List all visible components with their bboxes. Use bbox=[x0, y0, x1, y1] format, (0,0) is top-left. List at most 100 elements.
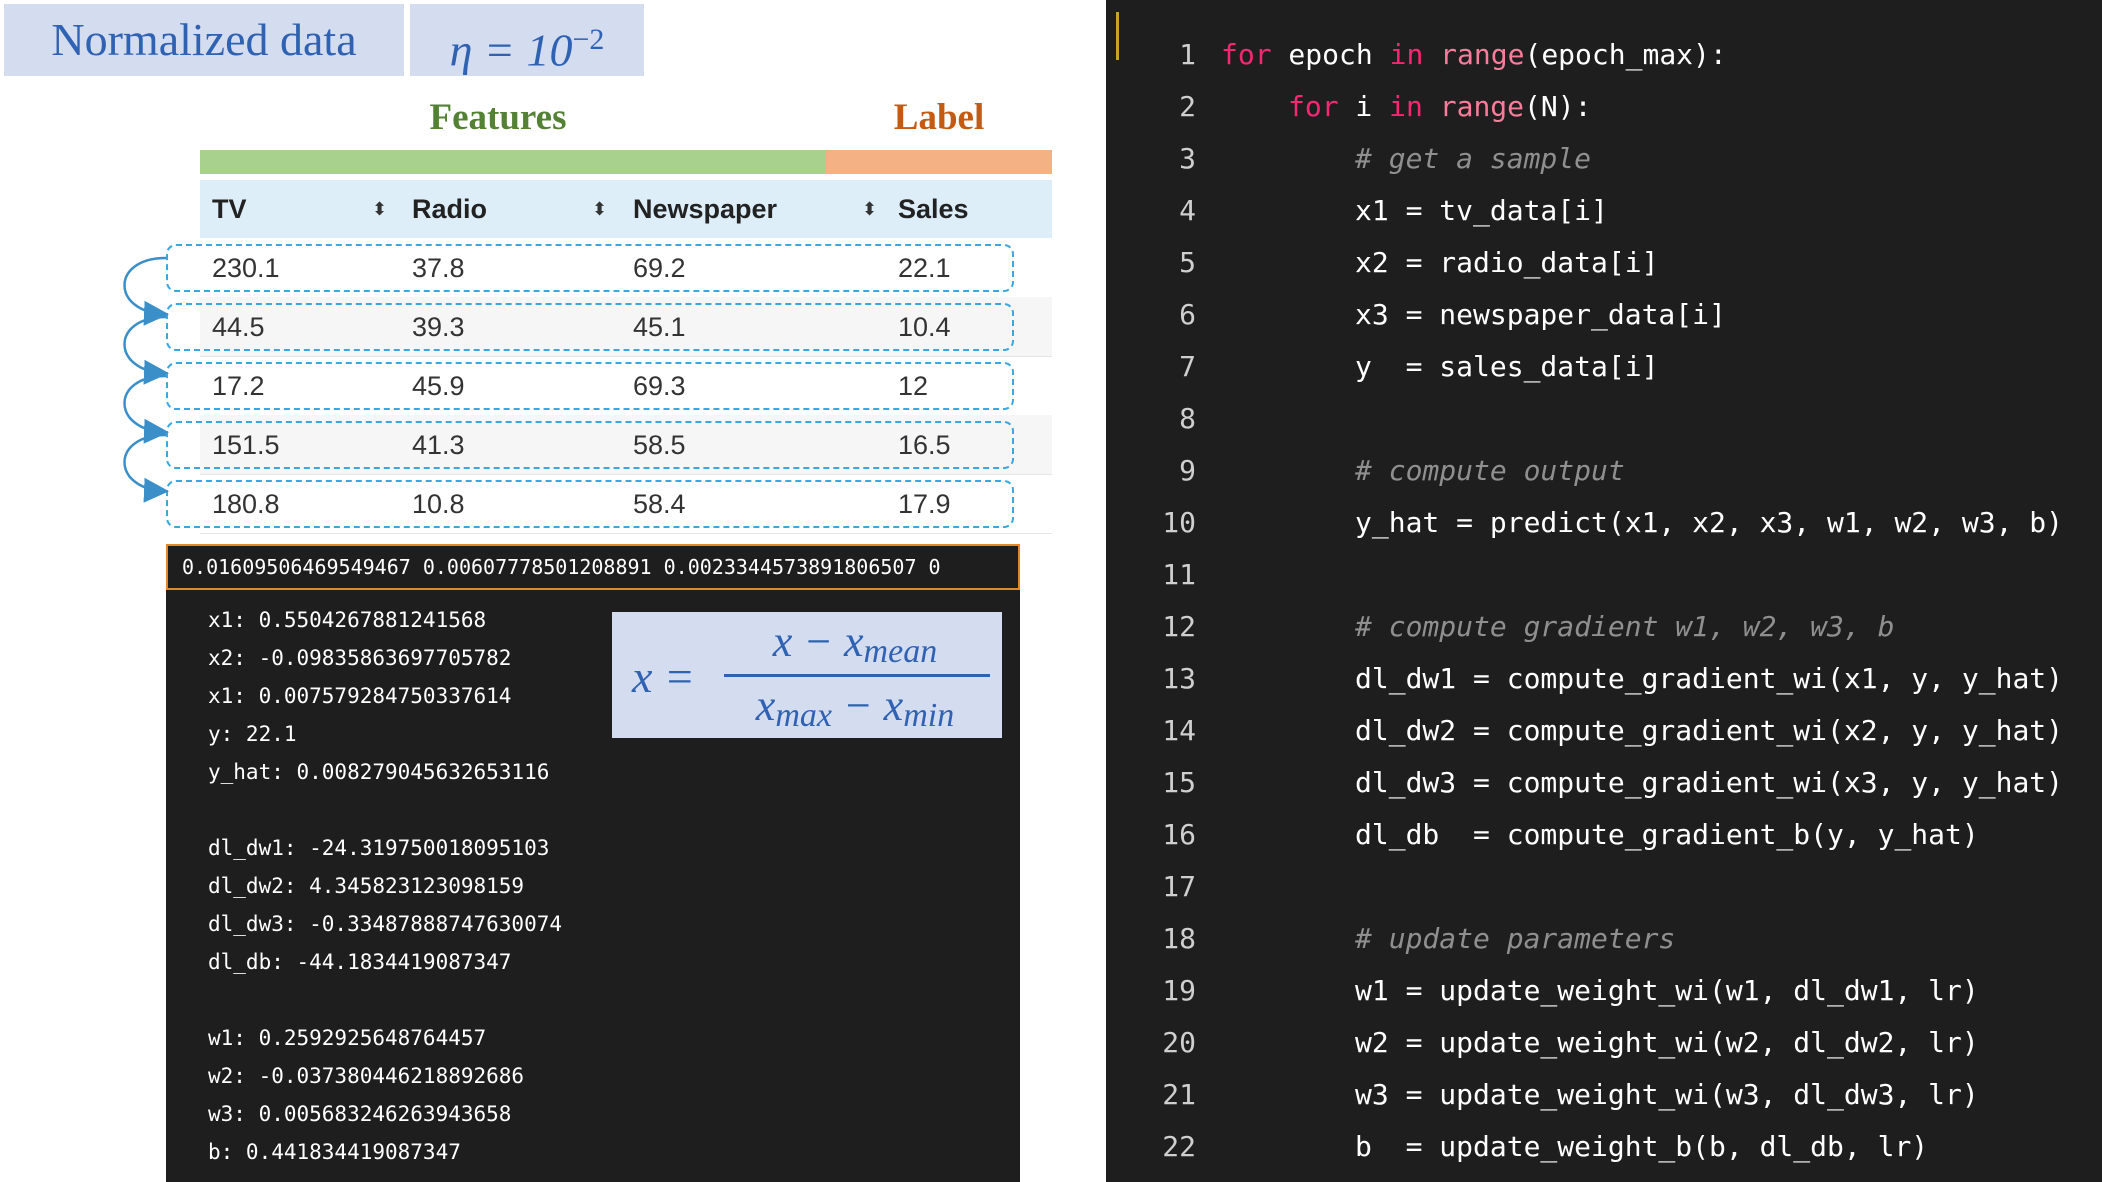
line-number: 8 bbox=[1179, 402, 1196, 435]
keyword-for: for bbox=[1288, 90, 1339, 123]
code-line[interactable]: dl_dw3 = compute_gradient_wi(x3, y, y_ha… bbox=[1355, 766, 2063, 799]
console-line: dl_dw1: -24.319750018095103 bbox=[208, 836, 550, 860]
code-line[interactable]: dl_dw1 = compute_gradient_wi(x1, y, y_ha… bbox=[1355, 662, 2063, 695]
code-line[interactable]: y_hat = predict(x1, x2, x3, w1, w2, w3, … bbox=[1355, 506, 2063, 539]
keyword-in: in bbox=[1389, 38, 1424, 71]
code-token: i bbox=[1338, 90, 1390, 123]
sample-highlight bbox=[166, 303, 1014, 351]
numerator-text: x − x bbox=[772, 617, 864, 666]
code-line[interactable]: x3 = newspaper_data[i] bbox=[1355, 298, 1726, 331]
loop-arrow bbox=[123, 374, 169, 444]
line-number: 19 bbox=[1162, 974, 1196, 1007]
console-line: y_hat: 0.008279045632653116 bbox=[208, 760, 550, 784]
line-number: 20 bbox=[1162, 1026, 1196, 1059]
parameters-line: 0.01609506469549467 0.00607778501208891 … bbox=[166, 544, 1020, 590]
loop-arrow bbox=[123, 256, 169, 326]
learning-rate-title: η = 10−2 bbox=[410, 4, 644, 76]
line-number: 9 bbox=[1179, 454, 1196, 487]
formula-lhs: x = bbox=[632, 651, 695, 702]
code-line[interactable]: w1 = update_weight_wi(w1, dl_dw1, lr) bbox=[1355, 974, 1979, 1007]
console-line: dl_db: -44.1834419087347 bbox=[208, 950, 512, 974]
label-heading: Label bbox=[893, 97, 985, 138]
console-line: y: 22.1 bbox=[208, 722, 297, 746]
features-bar bbox=[200, 150, 826, 174]
code-line[interactable]: b = update_weight_b(b, dl_db, lr) bbox=[1355, 1130, 1928, 1163]
line-number: 11 bbox=[1162, 558, 1196, 591]
loop-arrow bbox=[123, 315, 169, 385]
code-line[interactable]: w2 = update_weight_wi(w2, dl_dw2, lr) bbox=[1355, 1026, 1979, 1059]
code-line[interactable]: for epoch in range(epoch_max): bbox=[1221, 38, 1727, 71]
console-line: w3: 0.005683246263943658 bbox=[208, 1102, 512, 1126]
formula-denominator: xmax − xmin bbox=[720, 680, 990, 735]
code-line[interactable]: dl_db = compute_gradient_b(y, y_hat) bbox=[1355, 818, 1979, 851]
header-newspaper[interactable]: Newspaper bbox=[633, 180, 777, 238]
header-tv[interactable]: TV bbox=[212, 180, 247, 238]
code-token: (epoch_max): bbox=[1524, 38, 1727, 71]
denominator-x: x bbox=[755, 681, 776, 730]
code-token: epoch bbox=[1271, 38, 1390, 71]
normalization-formula: x = x − xmean xmax − xmin bbox=[612, 612, 1002, 738]
line-number: 21 bbox=[1162, 1078, 1196, 1111]
builtin-range: range bbox=[1439, 90, 1525, 123]
eta-base: η = 10 bbox=[449, 24, 573, 76]
sort-icon[interactable]: ⬍ bbox=[372, 180, 387, 238]
left-panel: Normalized data η = 10−2 Features Label … bbox=[0, 0, 1106, 1182]
code-line[interactable]: for i in range(N): bbox=[1288, 90, 1591, 123]
code-comment[interactable]: # update parameters bbox=[1355, 922, 1675, 955]
console-line: dl_dw2: 4.345823123098159 bbox=[208, 874, 525, 898]
sample-highlight bbox=[166, 362, 1014, 410]
formula-numerator: x − xmean bbox=[720, 616, 990, 671]
console-line: x2: -0.09835863697705782 bbox=[208, 646, 512, 670]
line-number: 6 bbox=[1179, 298, 1196, 331]
code-editor[interactable]: 1 2 3 4 5 6 7 8 9 10 11 12 13 14 15 16 1… bbox=[1106, 0, 2102, 1182]
line-number: 2 bbox=[1179, 90, 1196, 123]
sort-icon[interactable]: ⬍ bbox=[592, 180, 607, 238]
line-number: 13 bbox=[1162, 662, 1196, 695]
line-number: 1 bbox=[1179, 38, 1196, 71]
line-number: 5 bbox=[1179, 246, 1196, 279]
loop-arrow bbox=[123, 433, 169, 503]
code-token: (N): bbox=[1524, 90, 1592, 123]
code-line[interactable]: y = sales_data[i] bbox=[1355, 350, 1658, 383]
header-radio[interactable]: Radio bbox=[412, 180, 487, 238]
line-number: 18 bbox=[1162, 922, 1196, 955]
fraction-line bbox=[724, 674, 990, 677]
line-number: 17 bbox=[1162, 870, 1196, 903]
line-number: 7 bbox=[1179, 350, 1196, 383]
line-number: 12 bbox=[1162, 610, 1196, 643]
code-comment[interactable]: # compute gradient w1, w2, w3, b bbox=[1355, 610, 1894, 643]
loop-arrows bbox=[123, 256, 169, 503]
eta-exponent: −2 bbox=[572, 23, 605, 56]
line-number: 16 bbox=[1162, 818, 1196, 851]
sample-highlight bbox=[166, 244, 1014, 292]
console-line: x1: 0.5504267881241568 bbox=[208, 608, 487, 632]
features-heading: Features bbox=[429, 97, 567, 138]
keyword-for: for bbox=[1221, 38, 1272, 71]
label-bar bbox=[826, 150, 1052, 174]
line-number: 10 bbox=[1162, 506, 1196, 539]
denominator-minus: − x bbox=[831, 681, 904, 730]
denominator-subscript-min: min bbox=[903, 697, 955, 734]
code-line[interactable]: x1 = tv_data[i] bbox=[1355, 194, 1608, 227]
code-comment[interactable]: # compute output bbox=[1355, 454, 1625, 487]
console-line: w1: 0.2592925648764457 bbox=[208, 1026, 487, 1050]
code-line[interactable]: w3 = update_weight_wi(w3, dl_dw3, lr) bbox=[1355, 1078, 1979, 1111]
code-comment[interactable]: # get a sample bbox=[1355, 142, 1591, 175]
sort-icon[interactable]: ⬍ bbox=[862, 180, 877, 238]
header-sales[interactable]: Sales bbox=[898, 180, 969, 238]
console-line: b: 0.441834419087347 bbox=[208, 1140, 461, 1164]
code-line[interactable]: dl_dw2 = compute_gradient_wi(x2, y, y_ha… bbox=[1355, 714, 2063, 747]
console-line: w2: -0.037380446218892686 bbox=[208, 1064, 525, 1088]
line-number: 14 bbox=[1162, 714, 1196, 747]
line-number: 3 bbox=[1179, 142, 1196, 175]
keyword-in: in bbox=[1389, 90, 1423, 123]
console-line: x1: 0.007579284750337614 bbox=[208, 684, 512, 708]
numerator-subscript: mean bbox=[863, 633, 938, 670]
code-line[interactable]: x2 = radio_data[i] bbox=[1355, 246, 1658, 279]
builtin-range: range bbox=[1440, 38, 1525, 71]
line-number: 22 bbox=[1162, 1130, 1196, 1163]
table-header: TV ⬍ Radio ⬍ Newspaper ⬍ Sales bbox=[200, 180, 1052, 238]
text-cursor bbox=[1116, 12, 1119, 60]
